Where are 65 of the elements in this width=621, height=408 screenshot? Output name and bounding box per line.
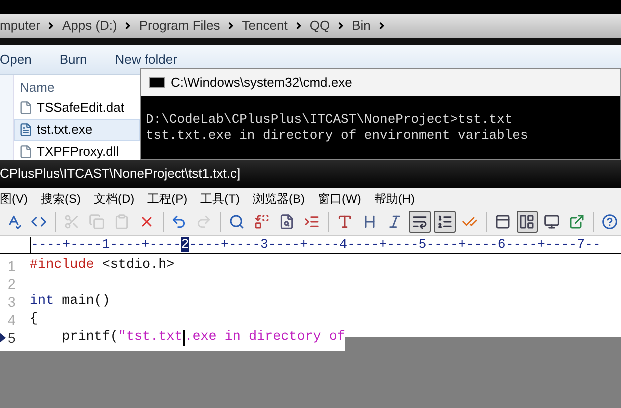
column-header[interactable]: Name [14,75,140,97]
menu-item[interactable]: 工程(P) [148,190,188,208]
file-name: tst.txt.exe [37,121,93,140]
menu-item[interactable]: 工具(T) [200,190,240,208]
line-number: 1 [8,256,16,276]
line-number: 3 [8,292,16,312]
replace-icon [254,214,270,230]
window-title: CPlusPlus\ITCAST\NoneProject\tst1.txt.c] [0,165,241,184]
file-row[interactable]: TSSafeEdit.dat [14,97,140,119]
breadcrumb[interactable]: Bin [352,16,371,36]
menu-item[interactable]: 搜索(S) [41,190,81,208]
menu-item[interactable]: 帮助(H) [374,190,415,208]
italic-icon [386,214,403,230]
file-name: TXPFProxy.dll [37,143,120,162]
layout-icon [519,214,536,230]
font-icon [337,214,354,230]
breadcrumb[interactable]: Tencent [242,16,288,36]
wrap-button[interactable] [408,211,431,233]
window-title: C:\Windows\system32\cmd.exe [171,74,352,92]
line-number: 2 [8,274,16,294]
breadcrumb[interactable]: mputer [0,16,40,36]
file-name: TSSafeEdit.dat [37,99,124,118]
menu-item[interactable]: 浏览器(B) [253,190,305,208]
numbered-list-button[interactable] [434,211,456,233]
search-icon [229,214,246,230]
file-icon [19,123,33,137]
clipboard-icon [114,214,130,230]
line-number: 5 [8,328,16,348]
line-number: 4 [8,310,16,330]
scissors-icon [64,214,80,230]
numbered-list-icon [436,214,453,230]
menu-item[interactable]: 文档(D) [94,190,135,208]
code-icon [30,214,47,230]
toolbar-button[interactable]: Open [0,50,32,70]
file-search-icon [279,214,296,230]
file-row[interactable]: tst.txt.exe [14,119,140,141]
menu-item[interactable]: 窗口(W) [318,190,362,208]
file-icon [19,145,33,159]
layout-button[interactable] [516,211,538,233]
wrap-icon [412,214,428,230]
panel-icon [494,214,511,230]
menu-item[interactable]: 图(V) [0,190,28,208]
current-line-marker-icon [0,333,6,343]
toolbar-button[interactable]: New folder [115,50,178,70]
code-line: #include <stdio.h> [30,256,175,275]
ruler-scale: ----+----1----+----2----+----3----+----4----+----5----+----6----+----7-- [30,236,601,252]
code-line: printf("tst.txt.exe in directory of [61,328,346,348]
breadcrumb[interactable]: QQ [310,16,330,36]
code-line: int main() [30,292,110,311]
console-icon [149,77,165,88]
console-line: D:\CodeLab\CPlusPlus\ITCAST\NoneProject>tst.txt [146,112,514,128]
breadcrumb[interactable]: Apps (D:) [62,16,118,36]
file-icon [19,101,33,115]
toolbar-button[interactable]: Burn [60,50,88,70]
undo-icon [171,214,188,230]
code-line: { [30,310,38,329]
console-line: tst.txt.exe in directory of environment variables [146,128,530,144]
monitor-icon [544,214,560,230]
file-row[interactable]: TXPFProxy.dll [14,141,140,163]
help-icon [602,214,618,230]
external-link-icon [569,214,586,230]
indent-icon [304,214,320,230]
copy-icon [88,214,105,230]
breadcrumb[interactable]: Program Files [139,16,220,36]
redo-icon [196,214,212,230]
